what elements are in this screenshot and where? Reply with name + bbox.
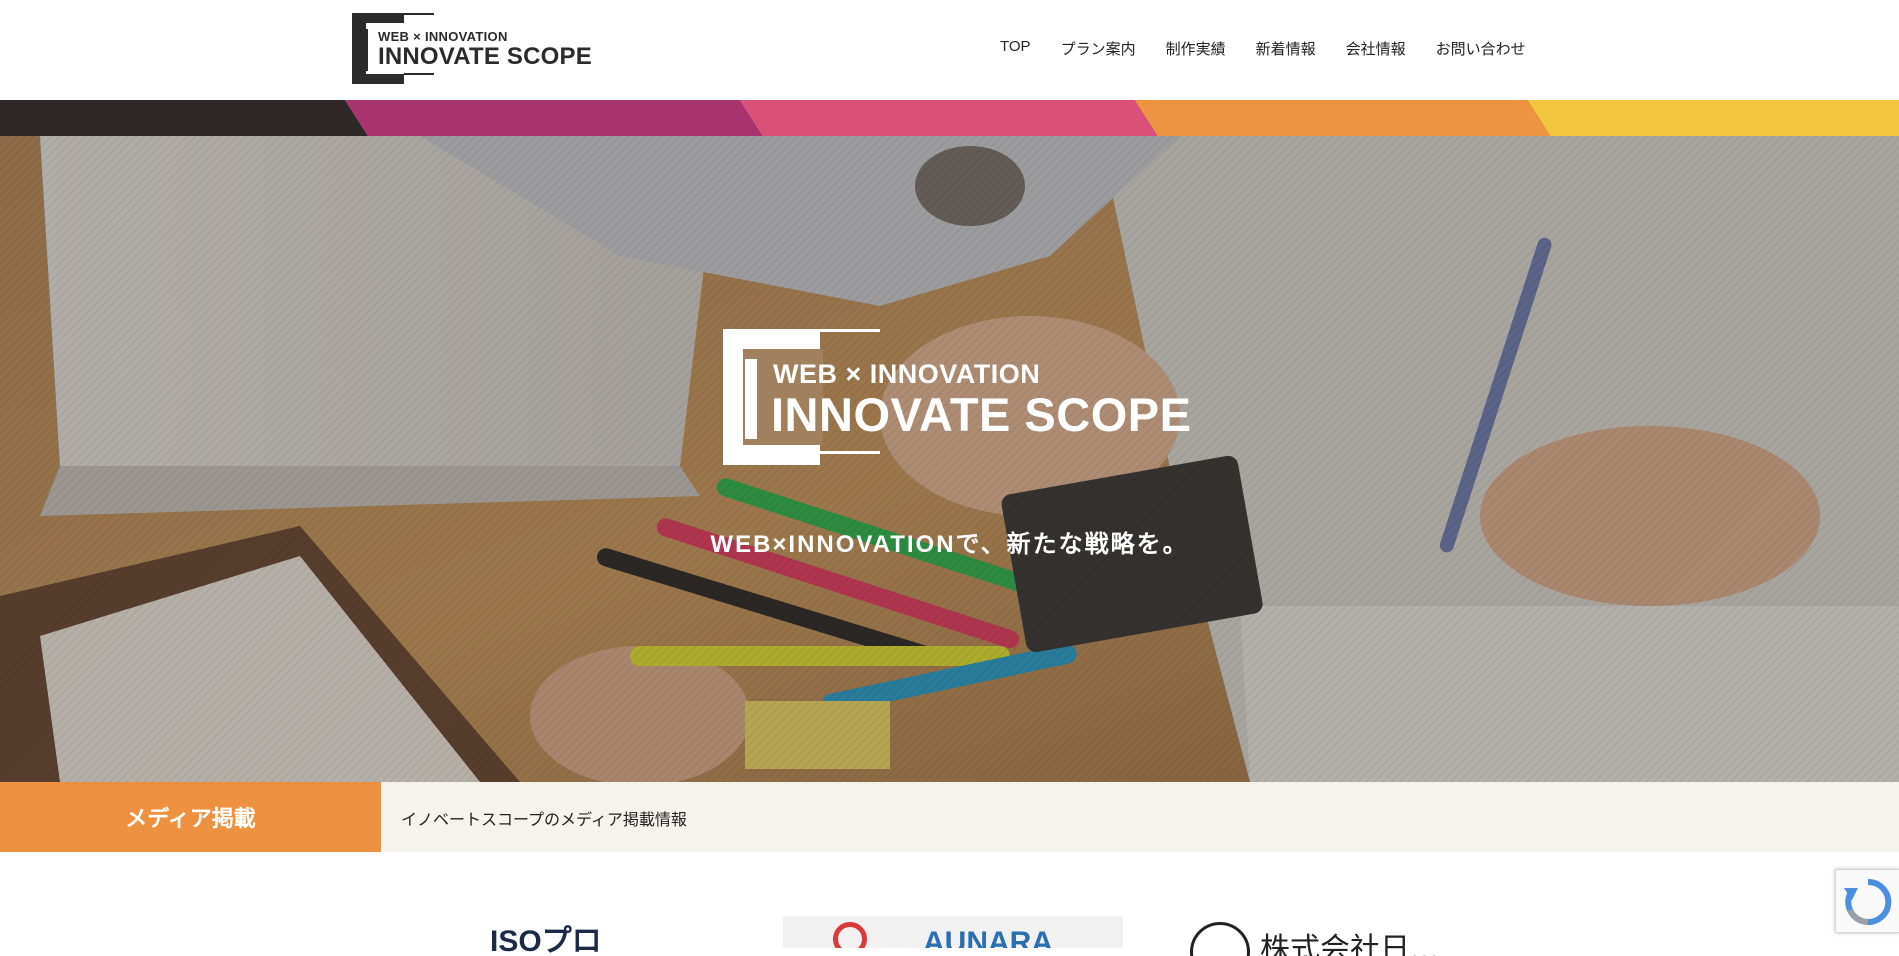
main-nav: TOP プラン案内 制作実績 新着情報 会社情報 お問い合わせ — [1000, 38, 1556, 59]
media-label: メディア掲載 — [0, 782, 381, 852]
recaptcha-badge[interactable] — [1835, 869, 1899, 933]
media-logo-3[interactable]: 株式会社日... — [1190, 916, 1470, 956]
logo-rule-top — [404, 13, 434, 15]
hero-tagline: WEB×INNOVATIONで、新たな戦略を。 — [710, 531, 1189, 558]
media-logo-1[interactable]: ISOプロ — [490, 916, 670, 956]
stripe-segment-2 — [345, 100, 763, 136]
site-logo[interactable]: WEB × INNOVATION INNOVATE SCOPE — [352, 13, 596, 85]
media-description: イノベートスコープのメディア掲載情報 — [401, 812, 687, 829]
media-logo-2-text: AUNARA — [923, 926, 1053, 948]
hero-section: WEB × INNOVATION INNOVATE SCOPE WEB×INNO… — [0, 136, 1899, 782]
media-bar: メディア掲載 イノベートスコープのメディア掲載情報 — [0, 782, 1899, 852]
logo-bracket-bar — [362, 29, 368, 71]
nav-company[interactable]: 会社情報 — [1346, 38, 1406, 59]
media-logo-1-text: ISOプロ — [490, 925, 602, 956]
media-logos-row: ISOプロ AUNARA 株式会社日... — [0, 852, 1899, 956]
site-header: WEB × INNOVATION INNOVATE SCOPE TOP プラン案… — [0, 0, 1899, 100]
logo-line2: INNOVATE SCOPE — [378, 43, 592, 70]
media-logo-2[interactable]: AUNARA — [783, 916, 1123, 948]
nav-contact[interactable]: お問い合わせ — [1436, 38, 1526, 59]
nav-news[interactable]: 新着情報 — [1256, 38, 1316, 59]
media-logo-2-emblem-icon — [833, 922, 867, 948]
logo-line1: WEB × INNOVATION — [378, 29, 508, 44]
hero-logo: WEB × INNOVATION INNOVATE SCOPE — [723, 329, 1191, 469]
stripe-segment-4 — [1135, 100, 1551, 136]
stripe-segment-3 — [740, 100, 1158, 136]
hero-logo-bracket-bar — [745, 359, 757, 439]
nav-plans[interactable]: プラン案内 — [1061, 38, 1136, 59]
media-logo-3-text: 株式会社日... — [1260, 932, 1439, 956]
stripe-segment-1 — [0, 100, 368, 136]
recaptcha-icon — [1844, 878, 1892, 925]
hero-logo-line2: INNOVATE SCOPE — [771, 388, 1192, 441]
color-stripe-graphic — [0, 100, 1899, 136]
hero-logo-rule-bottom — [820, 451, 880, 454]
nav-top[interactable]: TOP — [1000, 38, 1031, 59]
logo-rule-bottom — [404, 73, 434, 75]
color-stripe — [0, 100, 1899, 136]
hero-logo-line1: WEB × INNOVATION — [773, 359, 1041, 389]
nav-works[interactable]: 制作実績 — [1166, 38, 1226, 59]
hero-logo-rule-top — [820, 329, 880, 332]
stripe-segment-5 — [1528, 100, 1899, 136]
media-logo-3-emblem-icon — [1190, 922, 1250, 956]
